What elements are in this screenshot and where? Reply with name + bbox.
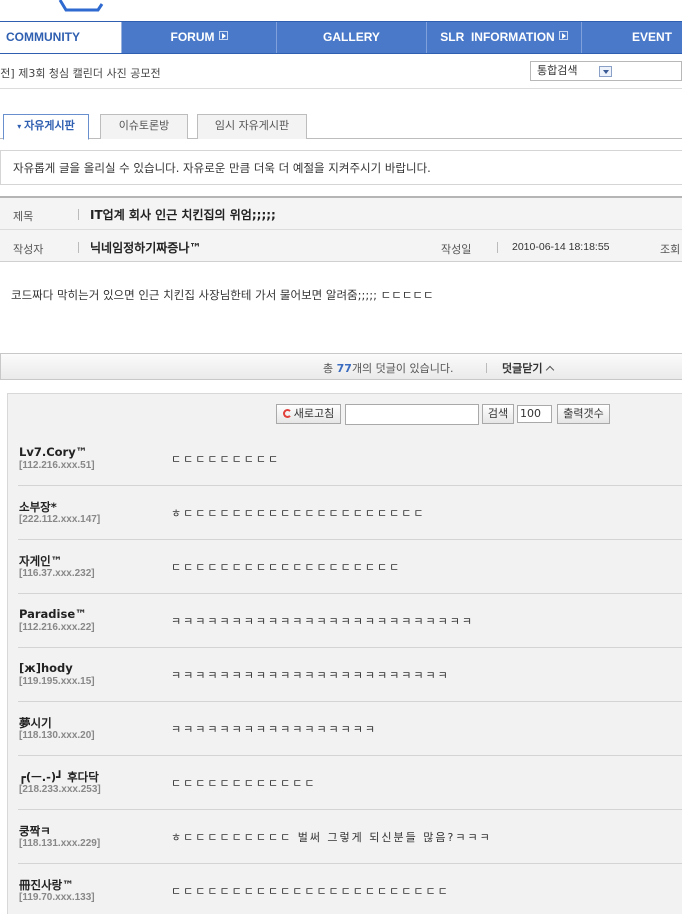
comment-text: ㄷㄷㄷㄷㄷㄷㄷㄷㄷㄷㄷㄷㄷㄷㄷㄷㄷㄷㄷㄷㄷㄷㄷ xyxy=(171,885,450,898)
comment-ip: [112.216.xxx.22] xyxy=(19,622,95,633)
comment-author[interactable]: 夢시기 xyxy=(19,715,52,731)
comment-author[interactable]: [ж]hody xyxy=(19,661,73,675)
reply-count-number: 77 xyxy=(336,362,352,375)
post-author[interactable]: 닉네임정하기짜증나™ xyxy=(90,239,201,256)
reply-count-text: 총 77개의 덧글이 있습니다. xyxy=(323,360,454,376)
close-replies-label: 덧글닫기 xyxy=(502,362,543,375)
submenu-arrow-icon xyxy=(558,31,568,40)
nav-gallery[interactable]: GALLERY xyxy=(277,22,427,53)
divider xyxy=(497,242,498,253)
site-logo-fragment xyxy=(58,0,104,12)
comment-ip: [116.37.xxx.232] xyxy=(19,568,95,579)
comment-ip: [218.233.xxx.253] xyxy=(19,784,101,795)
divider xyxy=(78,209,79,220)
comment-author[interactable]: Lv7.Cory™ xyxy=(19,445,87,459)
comment-ip: [112.216.xxx.51] xyxy=(19,460,95,471)
nav-community[interactable]: COMMUNITY xyxy=(0,22,122,53)
reply-count-suffix: 개의 덧글이 있습니다. xyxy=(351,362,454,375)
comment-row: ┏(ㅡ.-)┛ 후다닥 [218.233.xxx.253] ㄷㄷㄷㄷㄷㄷㄷㄷㄷㄷ… xyxy=(18,756,682,810)
comment-ip: [119.195.xxx.15] xyxy=(19,676,95,687)
title-label: 제목 xyxy=(13,210,34,223)
search-scope-value: 통합검색 xyxy=(537,64,578,77)
post-meta-row: 작성자 닉네임정하기짜증나™ 작성일 2010-06-14 18:18:55 조… xyxy=(0,231,682,263)
comments-panel: 새로고침 검색 100 출력갯수 Lv7.Cory™ [112.216.xxx.… xyxy=(7,393,682,914)
nav-forum-label: FORUM xyxy=(170,30,215,44)
comment-author[interactable]: 冊진사랑™ xyxy=(19,877,74,893)
reply-count-prefix: 총 xyxy=(323,362,337,375)
comment-ip: [118.130.xxx.20] xyxy=(19,730,95,741)
post-date: 2010-06-14 18:18:55 xyxy=(512,241,610,253)
comment-row: 쿵짝ㅋ [118.131.xxx.229] ㅎㄷㄷㄷㄷㄷㄷㄷㄷㄷ 벌써 그렇게 … xyxy=(18,810,682,864)
tab-temp-free-board-label: 임시 자유게시판 xyxy=(214,119,290,132)
board-description: 자유롭게 글을 올리실 수 있습니다. 자유로운 만큼 더욱 더 예절을 지켜주… xyxy=(0,150,682,185)
tab-free-board[interactable]: ▾ 자유게시판 xyxy=(3,114,89,140)
close-replies-button[interactable]: 덧글닫기 xyxy=(502,360,555,376)
comment-text: ㄷㄷㄷㄷㄷㄷㄷㄷㄷㄷㄷㄷㄷㄷㄷㄷㄷㄷㄷ xyxy=(171,561,402,574)
comment-author[interactable]: 소부장* xyxy=(19,499,57,515)
comment-row: Paradise™ [112.216.xxx.22] ㅋㅋㅋㅋㅋㅋㅋㅋㅋㅋㅋㅋㅋ… xyxy=(18,594,682,648)
post-title: IT업계 회사 인근 치킨집의 위엄;;;;; xyxy=(90,208,276,222)
tab-temp-free-board[interactable]: 임시 자유게시판 xyxy=(197,114,307,139)
comment-text: ㅋㅋㅋㅋㅋㅋㅋㅋㅋㅋㅋㅋㅋㅋㅋㅋㅋㅋㅋㅋㅋㅋㅋ xyxy=(171,669,450,682)
chevron-down-icon[interactable] xyxy=(599,66,612,77)
comment-text: ㅎㄷㄷㄷㄷㄷㄷㄷㄷㄷ 벌써 그렇게 되신분들 많음?ㅋㅋㅋ xyxy=(171,831,492,844)
post-header: 제목 IT업계 회사 인근 치킨집의 위엄;;;;; 작성자 닉네임정하기짜증나… xyxy=(0,196,682,262)
refresh-button[interactable]: 새로고침 xyxy=(276,404,341,424)
comment-author[interactable]: Paradise™ xyxy=(19,607,87,621)
tab-issue-debate-label: 이슈토론방 xyxy=(118,119,170,132)
comment-text: ㄷㄷㄷㄷㄷㄷㄷㄷㄷㄷㄷㄷ xyxy=(171,777,317,790)
views-label: 조회 xyxy=(660,243,681,256)
chevron-up-icon xyxy=(546,365,555,375)
comment-text: ㅋㅋㅋㅋㅋㅋㅋㅋㅋㅋㅋㅋㅋㅋㅋㅋㅋㅋㅋㅋㅋㅋㅋㅋㅋ xyxy=(171,615,474,628)
comment-ip: [119.70.xxx.133] xyxy=(19,892,95,903)
comment-text: ㄷㄷㄷㄷㄷㄷㄷㄷㄷ xyxy=(171,453,281,466)
search-scope-select[interactable]: 통합검색 xyxy=(530,61,682,81)
reply-summary-bar: 총 77개의 덧글이 있습니다. 덧글닫기 xyxy=(0,353,682,380)
author-label: 작성자 xyxy=(13,243,44,256)
comment-row: 夢시기 [118.130.xxx.20] ㅋㅋㅋㅋㅋㅋㅋㅋㅋㅋㅋㅋㅋㅋㅋㅋㅋ xyxy=(18,702,682,756)
nav-gallery-label: GALLERY xyxy=(323,30,380,44)
comment-search-button[interactable]: 검색 xyxy=(482,404,514,424)
comment-author[interactable]: 자게인™ xyxy=(19,553,62,569)
nav-event[interactable]: EVENT xyxy=(582,22,682,53)
nav-slr-information[interactable]: SLR INFORMATION xyxy=(427,22,582,53)
comment-author[interactable]: 쿵짝ㅋ xyxy=(19,823,51,839)
divider xyxy=(78,242,79,253)
comment-row: 자게인™ [116.37.xxx.232] ㄷㄷㄷㄷㄷㄷㄷㄷㄷㄷㄷㄷㄷㄷㄷㄷㄷㄷ… xyxy=(18,540,682,594)
comment-row: Lv7.Cory™ [112.216.xxx.51] ㄷㄷㄷㄷㄷㄷㄷㄷㄷ xyxy=(18,432,682,486)
nav-community-label: COMMUNITY xyxy=(6,30,80,44)
output-count-input[interactable]: 100 xyxy=(517,405,552,423)
divider xyxy=(486,363,487,373)
refresh-label: 새로고침 xyxy=(293,407,335,420)
main-nav: COMMUNITY FORUM GALLERY SLR INFORMATION … xyxy=(0,21,682,54)
comment-ip: [222.112.xxx.147] xyxy=(19,514,101,525)
nav-slr-label: SLR INFORMATION xyxy=(440,30,555,44)
tab-issue-debate[interactable]: 이슈토론방 xyxy=(100,114,188,139)
output-count-button[interactable]: 출력갯수 xyxy=(557,404,610,424)
comment-list: Lv7.Cory™ [112.216.xxx.51] ㄷㄷㄷㄷㄷㄷㄷㄷㄷ 소부장… xyxy=(8,432,682,914)
comment-row: 冊진사랑™ [119.70.xxx.133] ㄷㄷㄷㄷㄷㄷㄷㄷㄷㄷㄷㄷㄷㄷㄷㄷㄷ… xyxy=(18,864,682,914)
comment-row: [ж]hody [119.195.xxx.15] ㅋㅋㅋㅋㅋㅋㅋㅋㅋㅋㅋㅋㅋㅋㅋ… xyxy=(18,648,682,702)
comment-row: 소부장* [222.112.xxx.147] ㅎㄷㄷㄷㄷㄷㄷㄷㄷㄷㄷㄷㄷㄷㄷㄷㄷ… xyxy=(18,486,682,540)
comment-search-input[interactable] xyxy=(345,404,479,425)
tab-free-board-label: 자유게시판 xyxy=(24,119,75,132)
submenu-arrow-icon xyxy=(218,31,228,40)
notice-bar: [전] 제3회 청심 캘린더 사진 공모전 통합검색 xyxy=(0,56,682,89)
refresh-icon xyxy=(282,409,292,418)
comment-text: ㅋㅋㅋㅋㅋㅋㅋㅋㅋㅋㅋㅋㅋㅋㅋㅋㅋ xyxy=(171,723,378,736)
comment-author[interactable]: ┏(ㅡ.-)┛ 후다닥 xyxy=(19,769,99,785)
notice-link[interactable]: [전] 제3회 청심 캘린더 사진 공모전 xyxy=(0,65,161,81)
post-body: 코드짜다 막히는거 있으면 인근 치킨집 사장님한테 가서 물어보면 알려줌;;… xyxy=(11,288,434,302)
board-tabs: ▾ 자유게시판 이슈토론방 임시 자유게시판 xyxy=(0,114,682,140)
nav-event-label: EVENT xyxy=(631,30,672,44)
post-title-row: 제목 IT업계 회사 인근 치킨집의 위엄;;;;; xyxy=(0,198,682,230)
comment-ip: [118.131.xxx.229] xyxy=(19,838,101,849)
date-label: 작성일 xyxy=(441,243,472,256)
comment-text: ㅎㄷㄷㄷㄷㄷㄷㄷㄷㄷㄷㄷㄷㄷㄷㄷㄷㄷㄷㄷㄷ xyxy=(171,507,426,520)
nav-forum[interactable]: FORUM xyxy=(122,22,277,53)
